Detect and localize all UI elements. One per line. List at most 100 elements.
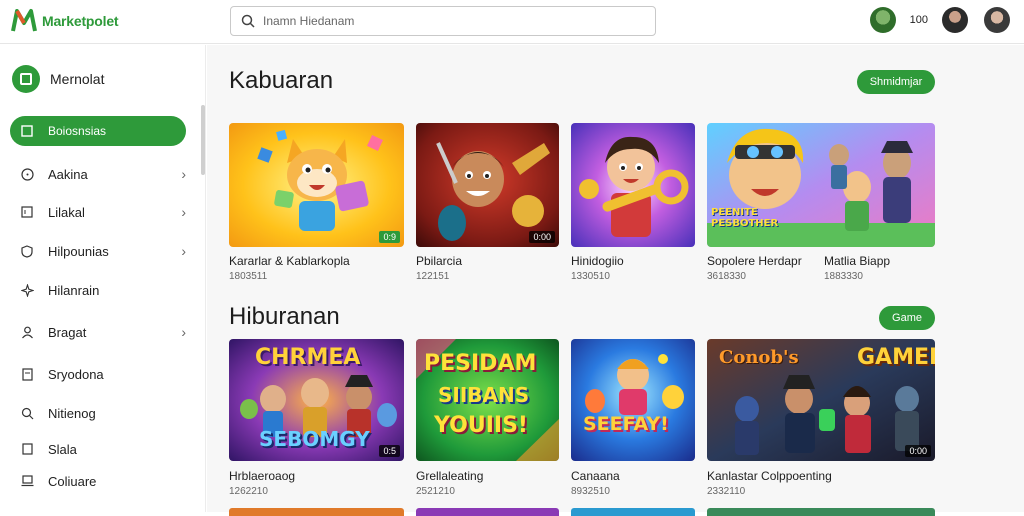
sidebar-heading-label: Mernolat [50, 71, 105, 87]
next-row-thumbnail[interactable] [416, 508, 559, 516]
duration-badge: 0:00 [905, 445, 931, 457]
card-meta: 122151 [416, 271, 450, 282]
sidebar-item-label: Aakina [48, 166, 88, 182]
game-thumbnail: 0:9 [229, 123, 404, 247]
next-row-thumbnail[interactable] [707, 508, 935, 516]
card-title: Hrblaeroaog [229, 469, 296, 483]
sidebar-item-4[interactable]: Hilanrain [10, 275, 186, 305]
sidebar-item-label: Boiosnsias [48, 124, 107, 138]
card-meta: 3618330 [707, 271, 746, 282]
card-meta: 1803511 [229, 271, 268, 282]
sidebar-item-8[interactable]: Slala [10, 434, 186, 464]
game-card[interactable]: CHRMEA SEBOMGY 0:5 Hrblaeroaog 1262210 [229, 339, 404, 499]
game-thumbnail: Conob's GAMER 0:00 [707, 339, 935, 461]
sidebar-item-label: Nitienog [48, 405, 96, 421]
game-art-text-bottom: YOUIIS! [434, 413, 528, 438]
card-title: Hinidogiio [571, 254, 624, 268]
brand-name: Marketpolet [42, 13, 119, 29]
game-art-text-left: Conob's [719, 347, 799, 368]
game-thumbnail: 0:00 [416, 123, 559, 247]
game-art-text-top: CHRMEA [255, 345, 361, 370]
game-card[interactable]: PESIDAM SIIBANS YOUIIS! Grellaleating 25… [416, 339, 559, 499]
shield-icon [20, 244, 34, 258]
game-thumbnail [571, 123, 695, 247]
game-card[interactable]: 0:00 Pbilarcia 122151 [416, 123, 559, 283]
top-bar: Marketpolet 100 [0, 0, 1024, 44]
game-card[interactable]: Hinidogiio 1330510 [571, 123, 695, 283]
sidebar-heading[interactable]: Mernolat [12, 65, 104, 93]
game-art-text-bottom: SEBOMGY [259, 427, 370, 451]
card-meta: 2332110 [707, 486, 746, 497]
game-card[interactable]: Conob's GAMER 0:00 Kanlastar Colppoentin… [707, 339, 935, 499]
sidebar-scrollbar[interactable] [201, 105, 205, 175]
document-icon [20, 367, 34, 381]
sidebar-item-label: Slala [48, 441, 77, 457]
game-thumbnail: PEENITE PESBOTHER [707, 123, 935, 247]
card-title: Sopolere Herdapr [707, 254, 802, 268]
brand-logo[interactable]: Marketpolet [10, 7, 119, 35]
sidebar-item-0[interactable]: Boiosnsias [10, 116, 186, 146]
card-meta: 1262210 [229, 486, 268, 497]
square-icon [20, 205, 34, 219]
account-avatar[interactable] [984, 7, 1010, 33]
section-action-button[interactable]: Shmidmjar [857, 70, 935, 94]
sidebar-item-label: Bragat [48, 324, 87, 340]
game-card[interactable]: 0:9 Kararlar & Kablarkopla 1803511 [229, 123, 404, 283]
square-icon [20, 124, 34, 138]
card-title-secondary: Matlia Biapp [824, 254, 891, 268]
card-title: Kararlar & Kablarkopla [229, 254, 350, 268]
sidebar-item-6[interactable]: Sryodona [10, 359, 186, 389]
laptop-icon [20, 474, 34, 488]
search-bar[interactable] [230, 6, 656, 36]
duration-badge: 0:5 [379, 445, 400, 457]
section-title: Hiburanan [229, 303, 340, 330]
search-icon [241, 14, 255, 28]
game-thumbnail: SEEFAY! [571, 339, 695, 461]
section-action-button[interactable]: Game [879, 306, 935, 330]
chevron-right-icon: › [181, 166, 186, 182]
chevron-right-icon: › [181, 204, 186, 220]
sidebar-item-label: Hilanrain [48, 282, 100, 298]
sidebar-item-5[interactable]: Bragat › [10, 317, 186, 347]
sidebar-item-label: Lilakal [48, 204, 85, 220]
duration-badge: 0:00 [529, 231, 555, 243]
sidebar: Mernolat Boiosnsias Aakina › Lilakal › H… [0, 45, 206, 512]
duration-badge: 0:9 [379, 231, 400, 243]
menu-square-icon [12, 65, 40, 93]
sidebar-item-1[interactable]: Aakina › [10, 159, 186, 189]
card-title: Pbilarcia [416, 254, 463, 268]
game-thumbnail: PESIDAM SIIBANS YOUIIS! [416, 339, 559, 461]
user-area: 100 [869, 7, 1010, 33]
main-content: Kabuaran Shmidmjar 0:9 Kararlar & Kablar… [207, 45, 1024, 516]
game-art-text-mid: SIIBANS [438, 383, 530, 407]
profile-avatar[interactable] [942, 7, 968, 33]
user-avatar[interactable] [869, 7, 896, 33]
logo-icon [11, 9, 37, 32]
sparkle-icon [20, 283, 34, 297]
search-icon [20, 406, 34, 420]
card-title: Canaana [571, 469, 620, 483]
sidebar-item-label: Hilpounias [48, 243, 109, 259]
card-meta-secondary: 1883330 [824, 271, 863, 282]
section-title: Kabuaran [229, 67, 334, 94]
circle-icon [20, 167, 34, 181]
game-thumbnail: CHRMEA SEBOMGY 0:5 [229, 339, 404, 461]
sidebar-item-label: Coliuare [48, 473, 97, 489]
next-row-thumbnail[interactable] [571, 508, 695, 516]
sidebar-item-9[interactable]: Coliuare [10, 466, 186, 496]
sidebar-item-label: Sryodona [48, 366, 104, 382]
sidebar-item-3[interactable]: Hilpounias › [10, 236, 186, 266]
chevron-right-icon: › [181, 324, 186, 340]
sidebar-item-2[interactable]: Lilakal › [10, 197, 186, 227]
card-meta: 1330510 [571, 271, 610, 282]
game-art-text-top: PESIDAM [424, 351, 537, 376]
card-title: Kanlastar Colppoenting [707, 469, 832, 483]
game-card[interactable]: PEENITE PESBOTHER Sopolere Herdapr 36183… [707, 123, 935, 283]
game-card[interactable]: SEEFAY! Canaana 8932510 [571, 339, 695, 499]
sidebar-item-7[interactable]: Nitienog [10, 398, 186, 428]
search-input[interactable] [263, 14, 623, 28]
game-art-text-right: GAMER [857, 345, 935, 370]
next-row-thumbnail[interactable] [229, 508, 404, 516]
square-icon [20, 442, 34, 456]
game-art-text: PEENITE PESBOTHER [711, 207, 779, 229]
